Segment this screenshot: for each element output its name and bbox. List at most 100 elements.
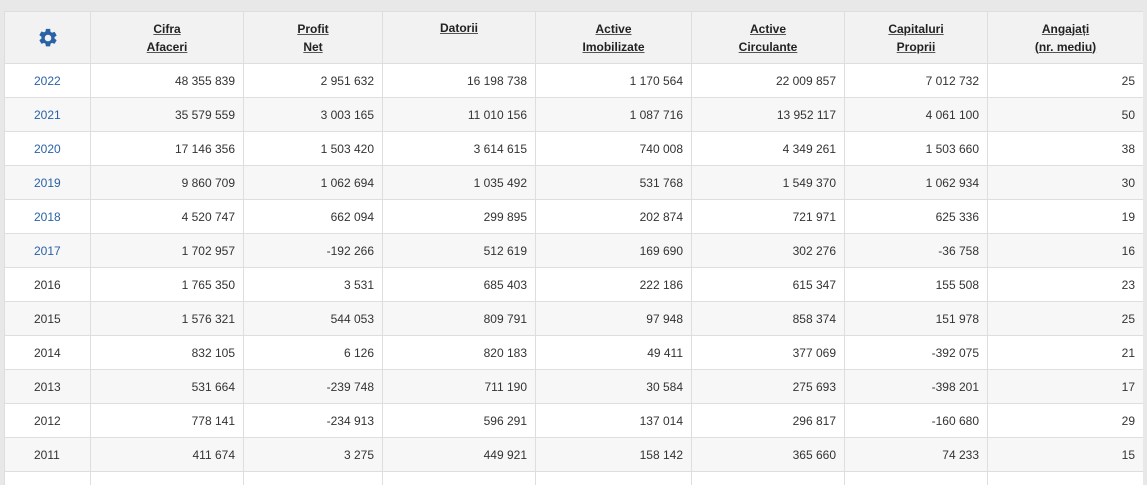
year-cell: 2015: [4, 301, 91, 336]
value-cell: 15: [987, 437, 1143, 472]
year-label: 2016: [34, 277, 61, 292]
year-cell: 2012: [4, 403, 91, 438]
value-cell: 155 508: [844, 267, 988, 302]
value-cell: 23: [987, 267, 1143, 302]
table-header-row: Cifra Afaceri Profit Net Datorii Active Imo…: [4, 11, 1143, 64]
value-cell: 21: [987, 335, 1143, 370]
column-header-line2: Afaceri: [146, 39, 188, 54]
empty-cell: [243, 471, 383, 485]
value-cell: 1 702 957: [90, 233, 244, 268]
value-cell: 809 791: [382, 301, 536, 336]
value-cell: -160 680: [844, 403, 988, 438]
year-link[interactable]: 2018: [34, 210, 61, 224]
value-cell: 17: [987, 369, 1143, 404]
value-cell: 48 355 839: [90, 63, 244, 98]
gear-icon[interactable]: [37, 27, 59, 49]
column-header-line2: Imobilizate: [582, 39, 645, 54]
column-header-line1: Profit: [297, 21, 329, 36]
value-cell: 1 765 350: [90, 267, 244, 302]
value-cell: 19: [987, 199, 1143, 234]
value-cell: 16 198 738: [382, 63, 536, 98]
value-cell: 299 895: [382, 199, 536, 234]
value-cell: 17 146 356: [90, 131, 244, 166]
table-row: 2016 1 765 350 3 531 685 403 222 186 615 347 1…: [4, 267, 1143, 302]
value-cell: 3 531: [243, 267, 383, 302]
value-cell: 512 619: [382, 233, 536, 268]
value-cell: 16: [987, 233, 1143, 268]
value-cell: 202 874: [535, 199, 692, 234]
value-cell: 4 061 100: [844, 97, 988, 132]
year-link[interactable]: 2022: [34, 74, 61, 88]
empty-cell: [382, 471, 536, 485]
column-header-profit-net[interactable]: Profit Net: [243, 11, 383, 64]
financial-table-container: Cifra Afaceri Profit Net Datorii Active Imo…: [4, 11, 1143, 485]
value-cell: 97 948: [535, 301, 692, 336]
value-cell: 6 126: [243, 335, 383, 370]
table-row: 2017 1 702 957 -192 266 512 619 169 690 302 2…: [4, 233, 1143, 268]
value-cell: 13 952 117: [691, 97, 845, 132]
column-header-active-circulante[interactable]: Active Circulante: [691, 11, 845, 64]
value-cell: 685 403: [382, 267, 536, 302]
value-cell: 1 576 321: [90, 301, 244, 336]
year-label: 2015: [34, 311, 61, 326]
value-cell: -392 075: [844, 335, 988, 370]
column-header-line2: Circulante: [738, 39, 798, 54]
column-header-line2: Net: [303, 39, 323, 54]
value-cell: 7 012 732: [844, 63, 988, 98]
value-cell: 275 693: [691, 369, 845, 404]
value-cell: -234 913: [243, 403, 383, 438]
column-header-datorii[interactable]: Datorii: [382, 11, 536, 64]
table-row: 2020 17 146 356 1 503 420 3 614 615 740 008 4…: [4, 131, 1143, 166]
value-cell: 740 008: [535, 131, 692, 166]
value-cell: 169 690: [535, 233, 692, 268]
value-cell: 302 276: [691, 233, 845, 268]
table-row: 2012 778 141 -234 913 596 291 137 014 296 817…: [4, 403, 1143, 438]
year-link[interactable]: 2017: [34, 244, 61, 258]
empty-cell: [987, 471, 1143, 485]
value-cell: 3 003 165: [243, 97, 383, 132]
column-header-cifra-afaceri[interactable]: Cifra Afaceri: [90, 11, 244, 64]
value-cell: -192 266: [243, 233, 383, 268]
value-cell: 531 768: [535, 165, 692, 200]
value-cell: 35 579 559: [90, 97, 244, 132]
column-header-angajati[interactable]: Angajați (nr. mediu): [987, 11, 1143, 64]
value-cell: 1 503 420: [243, 131, 383, 166]
empty-cell: [691, 471, 845, 485]
value-cell: 411 674: [90, 437, 244, 472]
value-cell: 721 971: [691, 199, 845, 234]
value-cell: 544 053: [243, 301, 383, 336]
value-cell: 1 549 370: [691, 165, 845, 200]
year-label: 2014: [34, 345, 61, 360]
value-cell: 25: [987, 63, 1143, 98]
value-cell: 2 951 632: [243, 63, 383, 98]
column-header-line1: Active: [749, 21, 787, 36]
value-cell: 1 087 716: [535, 97, 692, 132]
column-header-line2: Proprii: [896, 39, 936, 54]
value-cell: 1 062 934: [844, 165, 988, 200]
settings-header-cell: [4, 11, 91, 64]
value-cell: 137 014: [535, 403, 692, 438]
value-cell: 531 664: [90, 369, 244, 404]
column-header-active-imobilizate[interactable]: Active Imobilizate: [535, 11, 692, 64]
year-cell: 2013: [4, 369, 91, 404]
value-cell: 11 010 156: [382, 97, 536, 132]
year-cell: 2021: [4, 97, 91, 132]
value-cell: 711 190: [382, 369, 536, 404]
year-link[interactable]: 2021: [34, 108, 61, 122]
year-cell: 2019: [4, 165, 91, 200]
value-cell: 4 349 261: [691, 131, 845, 166]
empty-cell: [535, 471, 692, 485]
table-row: 2015 1 576 321 544 053 809 791 97 948 858 374…: [4, 301, 1143, 336]
value-cell: 158 142: [535, 437, 692, 472]
value-cell: 4 520 747: [90, 199, 244, 234]
table-row: 2018 4 520 747 662 094 299 895 202 874 721 97…: [4, 199, 1143, 234]
value-cell: 1 035 492: [382, 165, 536, 200]
year-link[interactable]: 2020: [34, 142, 61, 156]
value-cell: 74 233: [844, 437, 988, 472]
column-header-capitaluri-proprii[interactable]: Capitaluri Proprii: [844, 11, 988, 64]
value-cell: 365 660: [691, 437, 845, 472]
year-link[interactable]: 2019: [34, 176, 61, 190]
value-cell: 1 503 660: [844, 131, 988, 166]
empty-cell: [4, 471, 91, 485]
value-cell: 25: [987, 301, 1143, 336]
